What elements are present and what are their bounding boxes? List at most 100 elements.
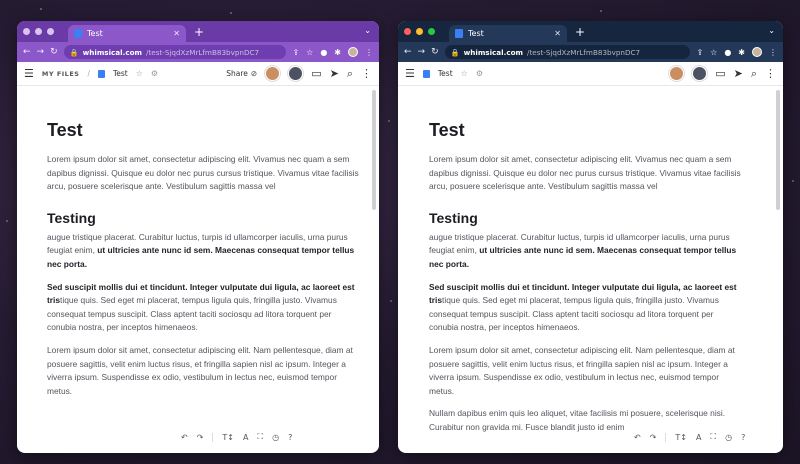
send-icon[interactable]: ➤ [330, 67, 339, 80]
star-dot [390, 300, 392, 302]
extension-icon[interactable]: ● [320, 48, 327, 57]
share-icon[interactable]: ⇪ [292, 48, 299, 57]
browser-actions: ⇪ ☆ ● ✱ ⋮ [292, 47, 373, 57]
breadcrumb-doc-title[interactable]: Test [438, 69, 453, 78]
help-icon[interactable]: ? [288, 433, 292, 442]
doc-subheading[interactable]: Testing [47, 210, 361, 226]
search-icon[interactable]: ⌕ [751, 67, 757, 81]
paragraph[interactable]: Lorem ipsum dolor sit amet, consectetur … [47, 344, 361, 398]
menu-kebab-icon[interactable]: ⋮ [365, 48, 373, 57]
puzzle-icon[interactable]: ✱ [738, 48, 745, 57]
redo-icon[interactable]: ↷ [197, 433, 204, 442]
back-arrow-icon[interactable]: ← [404, 47, 412, 57]
star-icon[interactable]: ☆ [710, 48, 717, 57]
avatar[interactable] [265, 66, 281, 81]
undo-icon[interactable]: ↶ [181, 433, 188, 442]
zoom-window-button[interactable] [47, 28, 54, 35]
browser-window-left: Test ✕ + ⌄ ← → ↻ 🔒 whimsical.com/test-Sj… [17, 21, 379, 453]
close-window-button[interactable] [23, 28, 30, 35]
doc-heading[interactable]: Test [429, 120, 743, 141]
document-canvas[interactable]: Test Lorem ipsum dolor sit amet, consect… [17, 86, 379, 452]
text-size-icon[interactable]: T↕ [675, 433, 687, 442]
history-icon[interactable]: ◷ [725, 433, 732, 442]
paragraph[interactable]: augue tristique placerat. Curabitur luct… [429, 231, 743, 272]
back-arrow-icon[interactable]: ← [23, 47, 31, 57]
undo-icon[interactable]: ↶ [634, 433, 641, 442]
browser-tab[interactable]: Test ✕ [449, 25, 567, 42]
breadcrumb-doc-title[interactable]: Test [113, 69, 128, 78]
url-field[interactable]: 🔒 whimsical.com/test-SjqdXzMrLfmB83bvpnD… [444, 45, 691, 59]
paragraph[interactable]: Sed suscipit mollis dui et tincidunt. In… [429, 281, 743, 335]
hamburger-icon[interactable]: ☰ [405, 67, 415, 80]
doc-heading[interactable]: Test [47, 120, 361, 141]
gear-icon[interactable]: ⚙ [476, 69, 483, 78]
avatar[interactable] [288, 66, 304, 81]
scrollbar[interactable] [372, 90, 376, 210]
more-icon[interactable]: ⋮ [765, 67, 776, 80]
share-icon[interactable]: ⇪ [696, 48, 703, 57]
hamburger-icon[interactable]: ☰ [24, 67, 34, 80]
focus-icon[interactable]: ⛶ [257, 432, 263, 442]
forward-arrow-icon[interactable]: → [418, 47, 426, 57]
close-tab-icon[interactable]: ✕ [173, 29, 180, 38]
chevron-down-icon[interactable]: ⌄ [364, 26, 371, 35]
chevron-down-icon[interactable]: ⌄ [768, 26, 775, 35]
forward-arrow-icon[interactable]: → [37, 47, 45, 57]
paragraph[interactable]: Lorem ipsum dolor sit amet, consectetur … [429, 344, 743, 398]
comment-icon[interactable]: ▭ [311, 67, 321, 80]
avatar[interactable] [669, 66, 685, 81]
lock-icon: 🔒 [69, 47, 79, 57]
star-icon[interactable]: ☆ [136, 69, 143, 78]
search-icon[interactable]: ⌕ [347, 67, 353, 81]
paragraph[interactable]: Lorem ipsum dolor sit amet, consectetur … [429, 153, 743, 194]
help-icon[interactable]: ? [741, 433, 745, 442]
url-field[interactable]: 🔒 whimsical.com/test-SjqdXzMrLfmB83bvpnD… [63, 45, 287, 59]
document-canvas[interactable]: Test Lorem ipsum dolor sit amet, consect… [398, 86, 783, 452]
avatar[interactable] [692, 66, 708, 81]
reload-icon[interactable]: ↻ [431, 47, 439, 57]
paragraph[interactable]: Lorem ipsum dolor sit amet, consectetur … [47, 153, 361, 194]
close-window-button[interactable] [404, 28, 411, 35]
extension-icon[interactable]: ● [724, 48, 731, 57]
zoom-window-button[interactable] [428, 28, 435, 35]
paragraph-text: tique quis. Sed eget mi placerat, tempus… [429, 295, 719, 333]
history-icon[interactable]: ◷ [272, 433, 279, 442]
doc-icon [455, 29, 463, 38]
menu-kebab-icon[interactable]: ⋮ [769, 48, 777, 57]
doc-subheading[interactable]: Testing [429, 210, 743, 226]
star-dot [600, 10, 602, 12]
breadcrumb-my-files[interactable]: MY FILES [42, 70, 80, 78]
url-domain: whimsical.com [82, 47, 143, 57]
star-icon[interactable]: ☆ [306, 48, 313, 57]
star-icon[interactable]: ☆ [461, 69, 468, 78]
reload-icon[interactable]: ↻ [50, 47, 58, 57]
avatar[interactable] [348, 47, 358, 57]
url-path: /test-SjqdXzMrLfmB83bvpnDC7 [527, 47, 641, 57]
gear-icon[interactable]: ⚙ [151, 69, 158, 78]
comment-icon[interactable]: ▭ [715, 67, 725, 80]
scrollbar[interactable] [776, 90, 780, 210]
globe-icon: ⊘ [250, 69, 258, 78]
font-icon[interactable]: A [696, 433, 701, 442]
new-tab-icon[interactable]: + [194, 25, 204, 39]
close-tab-icon[interactable]: ✕ [554, 29, 561, 38]
new-tab-icon[interactable]: + [575, 25, 585, 39]
browser-tab[interactable]: Test ✕ [68, 25, 186, 42]
redo-icon[interactable]: ↷ [650, 433, 657, 442]
text-size-icon[interactable]: T↕ [222, 433, 234, 442]
paragraph[interactable]: Sed suscipit mollis dui et tincidunt. In… [47, 281, 361, 335]
tab-title: Test [87, 29, 103, 38]
paragraph[interactable]: augue tristique placerat. Curabitur luct… [47, 231, 361, 272]
minimize-window-button[interactable] [416, 28, 423, 35]
font-icon[interactable]: A [243, 433, 248, 442]
minimize-window-button[interactable] [35, 28, 42, 35]
share-label: Share [226, 69, 248, 78]
tab-strip: Test ✕ + ⌄ [398, 21, 783, 42]
share-button[interactable]: Share ⊘ [226, 69, 257, 78]
more-icon[interactable]: ⋮ [361, 67, 372, 80]
puzzle-icon[interactable]: ✱ [334, 48, 341, 57]
send-icon[interactable]: ➤ [734, 67, 743, 80]
doc-icon [422, 69, 430, 78]
focus-icon[interactable]: ⛶ [710, 432, 716, 442]
avatar[interactable] [752, 47, 762, 57]
